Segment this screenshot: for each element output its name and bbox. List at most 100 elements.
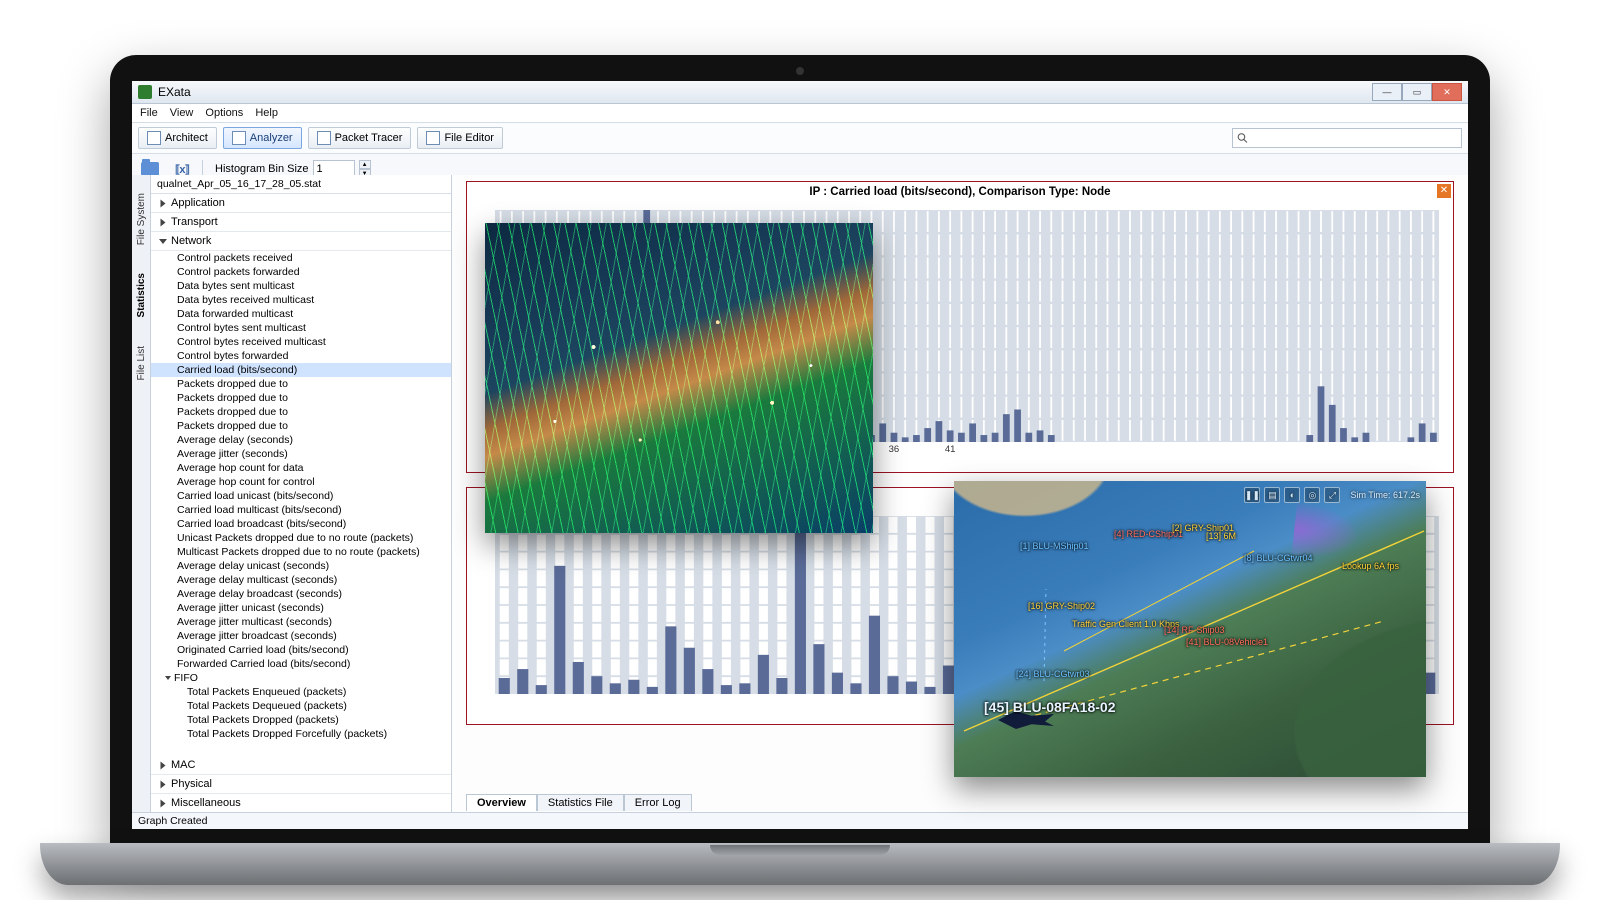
window-controls: ― ▭ ✕ [1372,83,1462,101]
metric-item[interactable]: Average hop count for control [151,475,451,489]
metric-item[interactable]: Control packets received [151,251,451,265]
mode-icon [232,131,246,145]
menu-file[interactable]: File [140,107,158,119]
menu-options[interactable]: Options [205,107,243,119]
stats-file-name: qualnet_Apr_05_16_17_28_05.stat [151,175,451,194]
metric-item[interactable]: Carried load broadcast (bits/second) [151,517,451,531]
chart-title: IP : Carried load (bits/second), Compari… [467,186,1453,198]
mode-analyzer[interactable]: Analyzer [223,127,302,149]
disclosure-triangle-icon [161,780,166,788]
metric-item[interactable]: Data bytes received multicast [151,293,451,307]
menu-view[interactable]: View [170,107,194,119]
category-mac[interactable]: MAC [151,756,451,775]
category-physical[interactable]: Physical [151,775,451,794]
metric-item[interactable]: Carried load multicast (bits/second) [151,503,451,517]
metric-item[interactable]: Control bytes received multicast [151,335,451,349]
bottom-tab-error-log[interactable]: Error Log [624,794,692,811]
mode-file-editor[interactable]: File Editor [417,127,503,149]
bottom-tab-statistics-file[interactable]: Statistics File [537,794,624,811]
chevron-up-icon[interactable]: ▲ [359,160,371,169]
metric-item[interactable]: Packets dropped due to [151,405,451,419]
bottom-tabs: OverviewStatistics FileError Log [466,794,692,811]
bottom-tab-overview[interactable]: Overview [466,794,537,811]
expand-icon[interactable]: ⤢ [1324,487,1340,503]
metric-group-fifo[interactable]: FIFO [151,671,451,685]
overlay-3d-sim: ❚❚▤◐◎⤢ Sim Time: 617.2s [1] BLU-MShip01 [4… [954,481,1426,777]
target-icon[interactable]: ◎ [1304,487,1320,503]
maximize-button[interactable]: ▭ [1402,83,1432,101]
search-input[interactable] [1252,131,1457,145]
status-bar: Graph Created [132,812,1468,829]
search-box[interactable] [1232,128,1462,148]
category-label: Network [171,235,211,247]
metric-item[interactable]: Unicast Packets dropped due to no route … [151,531,451,545]
category-network[interactable]: Network [151,232,451,251]
metric-item[interactable]: Average delay multicast (seconds) [151,573,451,587]
sim-time-label: Sim Time: 617.2s [1350,490,1420,500]
sim-node-label: [45] BLU-08FA18-02 [984,699,1116,715]
minimize-button[interactable]: ― [1372,83,1402,101]
close-button[interactable]: ✕ [1432,83,1462,101]
metric-item[interactable]: Average hop count for data [151,461,451,475]
metric-item[interactable]: Total Packets Dropped (packets) [151,713,451,727]
metric-item[interactable]: Forwarded Carried load (bits/second) [151,657,451,671]
app-window: EXata ― ▭ ✕ File View Options Help Architec… [132,81,1468,829]
metric-item[interactable]: Total Packets Dequeued (packets) [151,699,451,713]
search-icon [1237,132,1248,144]
mode-icon [317,131,331,145]
metric-item[interactable]: Originated Carried load (bits/second) [151,643,451,657]
metric-item[interactable]: Data bytes sent multicast [151,279,451,293]
metric-item[interactable]: Packets dropped due to [151,419,451,433]
metric-item[interactable]: Data forwarded multicast [151,307,451,321]
sim-node-label: [13] 6M [1206,531,1236,541]
webcam-dot [796,67,804,75]
category-transport[interactable]: Transport [151,213,451,232]
window-title: EXata [158,85,1366,99]
disclosure-triangle-icon [161,199,166,207]
sim-node-label: Lookup 6A fps [1342,561,1399,571]
metric-item[interactable]: Packets dropped due to [151,377,451,391]
side-tab-strip: File System Statistics File List [132,175,151,813]
side-tab-statistics[interactable]: Statistics [136,273,147,317]
sim-node-label: [24] BLU-CGtwr03 [1016,669,1090,679]
sim-node-label: [8] BLU-CGtwr04 [1244,553,1313,563]
menu-help[interactable]: Help [255,107,278,119]
metric-item[interactable]: Packets dropped due to [151,391,451,405]
metric-item[interactable]: Average jitter (seconds) [151,447,451,461]
category-miscellaneous[interactable]: Miscellaneous [151,794,451,813]
metric-item[interactable]: Control bytes sent multicast [151,321,451,335]
disclosure-triangle-icon [159,239,167,244]
menubar: File View Options Help [132,104,1468,123]
metric-item[interactable]: Control packets forwarded [151,265,451,279]
metric-item[interactable]: Carried load (bits/second) [151,363,451,377]
stack-icon[interactable]: ▤ [1264,487,1280,503]
metric-item[interactable]: Average delay (seconds) [151,433,451,447]
category-application[interactable]: Application [151,194,451,213]
metric-item[interactable]: Average jitter broadcast (seconds) [151,629,451,643]
metric-item[interactable]: Total Packets Dropped Forcefully (packet… [151,727,451,741]
statistics-panel: qualnet_Apr_05_16_17_28_05.stat Applicat… [151,175,452,813]
status-text: Graph Created [138,815,207,827]
mode-icon [426,131,440,145]
metric-tree[interactable]: Control packets receivedControl packets … [151,251,451,756]
metric-item[interactable]: Carried load unicast (bits/second) [151,489,451,503]
sim-hud: ❚❚▤◐◎⤢ Sim Time: 617.2s [1244,487,1420,503]
metric-item[interactable]: Total Packets Enqueued (packets) [151,685,451,699]
side-tab-file-system[interactable]: File System [136,193,147,245]
metric-item[interactable]: Average jitter unicast (seconds) [151,601,451,615]
metric-item[interactable]: Average delay unicast (seconds) [151,559,451,573]
contrast-icon[interactable]: ◐ [1284,487,1300,503]
mode-architect[interactable]: Architect [138,127,217,149]
x-tick-label: 36 [889,444,900,455]
mode-packet-tracer[interactable]: Packet Tracer [308,127,412,149]
metric-item[interactable]: Average jitter multicast (seconds) [151,615,451,629]
sim-node-label: [1] BLU-MShip01 [1020,541,1089,551]
side-tab-file-list[interactable]: File List [136,346,147,380]
titlebar: EXata ― ▭ ✕ [132,81,1468,104]
histogram-label: Histogram Bin Size [215,163,309,175]
overlay-city-sim [485,223,873,533]
metric-item[interactable]: Multicast Packets dropped due to no rout… [151,545,451,559]
pause-icon[interactable]: ❚❚ [1244,487,1260,503]
metric-item[interactable]: Control bytes forwarded [151,349,451,363]
metric-item[interactable]: Average delay broadcast (seconds) [151,587,451,601]
